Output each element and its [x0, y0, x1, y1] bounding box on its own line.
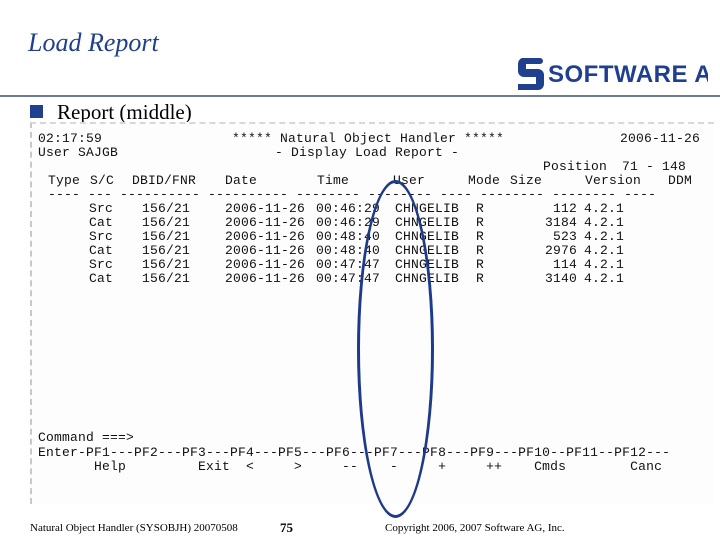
row-dbid: 156/21	[142, 201, 191, 216]
bullet-square-icon	[30, 105, 43, 118]
row-date: 2006-11-26	[225, 215, 306, 230]
col-mode: Mode	[468, 173, 501, 188]
row-version: 4.2.1	[584, 243, 625, 258]
row-sc: Src	[89, 229, 114, 244]
command-prompt: Command ===>	[38, 430, 135, 445]
row-mode: R	[476, 201, 485, 216]
pf-key-line[interactable]: Enter-PF1---PF2---PF3---PF4---PF5---PF6-…	[38, 446, 670, 460]
row-dbid: 156/21	[142, 229, 191, 244]
row-dbid: 156/21	[142, 215, 191, 230]
row-mode: R	[476, 215, 485, 230]
header-date: 2006-11-26	[620, 131, 701, 146]
row-size: 114	[552, 257, 577, 272]
bullet-text: Report (middle)	[57, 100, 192, 124]
position-value[interactable]: 71 - 148	[622, 160, 686, 174]
row-size: 523	[552, 229, 577, 244]
row-size: 3140	[544, 271, 577, 286]
row-version: 4.2.1	[584, 257, 625, 272]
highlight-ellipse	[357, 180, 434, 518]
col-dbidfnr: DBID/FNR	[132, 173, 197, 188]
row-mode: R	[476, 271, 485, 286]
row-date: 2006-11-26	[225, 201, 306, 216]
row-sc: Src	[89, 201, 114, 216]
user-line: User SAJGB	[38, 145, 119, 160]
footer-copyright: Copyright 2006, 2007 Software AG, Inc.	[385, 522, 565, 534]
row-time: 00:46:29	[316, 201, 381, 216]
row-dbid: 156/21	[142, 257, 191, 272]
row-sc: Cat	[89, 215, 114, 230]
row-date: 2006-11-26	[225, 271, 306, 286]
row-version: 4.2.1	[584, 215, 625, 230]
pf-key-labels[interactable]: Help Exit < > -- - + ++ Cmds Canc	[38, 460, 662, 474]
header-title: ***** Natural Object Handler *****	[232, 131, 505, 146]
row-dbid: 156/21	[142, 243, 191, 258]
logo-s-mark-icon	[517, 58, 544, 90]
row-dbid: 156/21	[142, 271, 191, 286]
slide-title: Load Report	[28, 28, 159, 57]
row-size: 3184	[544, 215, 577, 230]
header-separator: ---- --- ---------- ---------- -------- …	[48, 187, 657, 202]
header-time: 02:17:59	[38, 131, 103, 146]
row-mode: R	[476, 243, 485, 258]
row-version: 4.2.1	[584, 229, 625, 244]
col-ddm: DDM	[668, 173, 693, 188]
screen-subtitle: - Display Load Report -	[275, 145, 460, 160]
footer-left: Natural Object Handler (SYSOBJH) 2007050…	[30, 522, 238, 534]
row-size: 2976	[544, 243, 577, 258]
row-version: 4.2.1	[584, 201, 625, 216]
row-version: 4.2.1	[584, 271, 625, 286]
row-mode: R	[476, 229, 485, 244]
col-size: Size	[510, 173, 543, 188]
logo-text: SOFTWARE AG	[548, 61, 708, 88]
row-size: 112	[552, 201, 577, 216]
software-ag-logo: SOFTWARE AG	[517, 58, 708, 90]
row-sc: Cat	[89, 243, 114, 258]
title-rule	[0, 95, 720, 97]
row-sc: Cat	[89, 271, 114, 286]
col-version: Version	[585, 173, 642, 188]
row-mode: R	[476, 257, 485, 272]
col-date: Date	[225, 173, 258, 188]
row-date: 2006-11-26	[225, 229, 306, 244]
page-number: 75	[280, 520, 293, 535]
col-type: Type	[48, 173, 81, 188]
col-time: Time	[317, 173, 350, 188]
row-sc: Src	[89, 257, 114, 272]
position-label: Position	[543, 159, 608, 174]
row-date: 2006-11-26	[225, 257, 306, 272]
col-sc: S/C	[90, 173, 115, 188]
row-date: 2006-11-26	[225, 243, 306, 258]
